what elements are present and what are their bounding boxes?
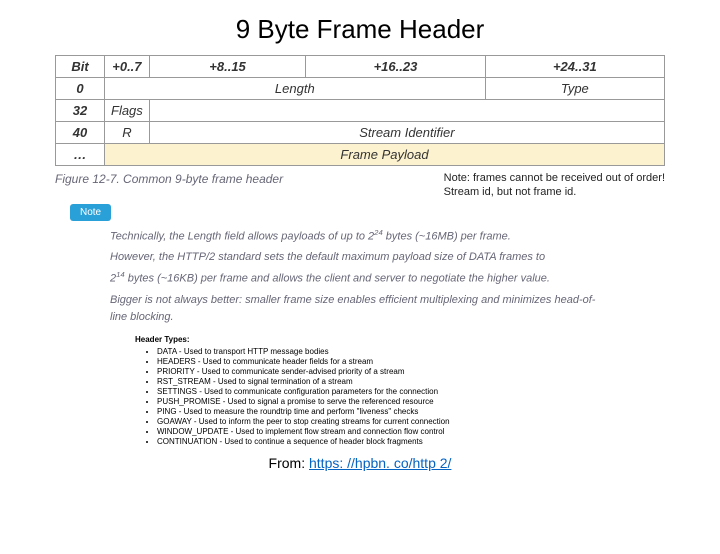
table-row: 0 Length Type: [56, 78, 665, 100]
field-flags: Flags: [105, 100, 150, 122]
field-stream-identifier: Stream Identifier: [149, 122, 664, 144]
list-item: RST_STREAM - Used to signal termination …: [157, 377, 585, 387]
list-item: HEADERS - Used to communicate header fie…: [157, 357, 585, 367]
header-types-block: Header Types: DATA - Used to transport H…: [135, 335, 585, 447]
row-offset-40: 40: [56, 122, 105, 144]
table-row: 40 R Stream Identifier: [56, 122, 665, 144]
field-empty: [149, 100, 664, 122]
field-type: Type: [485, 78, 664, 100]
technote-line4: Bigger is not always better: smaller fra…: [110, 292, 610, 327]
col-24-31: +24..31: [485, 56, 664, 78]
table-row: 32 Flags: [56, 100, 665, 122]
list-item: CONTINUATION - Used to continue a sequen…: [157, 437, 585, 447]
page-title: 9 Byte Frame Header: [0, 14, 720, 45]
col-bit: Bit: [56, 56, 105, 78]
header-types-list: DATA - Used to transport HTTP message bo…: [135, 347, 585, 447]
technical-note: Technically, the Length field allows pay…: [110, 227, 610, 327]
order-note-line1: Note: frames cannot be received out of o…: [444, 172, 665, 186]
list-item: SETTINGS - Used to communicate configura…: [157, 387, 585, 397]
field-frame-payload: Frame Payload: [105, 144, 665, 166]
list-item: GOAWAY - Used to inform the peer to stop…: [157, 417, 585, 427]
figure-caption: Figure 12-7. Common 9-byte frame header: [55, 172, 283, 186]
technote-line2: However, the HTTP/2 standard sets the de…: [110, 249, 610, 267]
source-line: From: https: //hpbn. co/http 2/: [0, 455, 720, 471]
row-offset-dots: …: [56, 144, 105, 166]
technote-line1: Technically, the Length field allows pay…: [110, 227, 610, 246]
table-row: … Frame Payload: [56, 144, 665, 166]
row-offset-32: 32: [56, 100, 105, 122]
list-item: PING - Used to measure the roundtrip tim…: [157, 407, 585, 417]
field-r: R: [105, 122, 150, 144]
col-0-7: +0..7: [105, 56, 150, 78]
header-types-title: Header Types:: [135, 335, 585, 345]
source-prefix: From:: [269, 455, 309, 471]
row-offset-0: 0: [56, 78, 105, 100]
note-badge: Note: [70, 204, 111, 221]
list-item: PRIORITY - Used to communicate sender-ad…: [157, 367, 585, 377]
order-note-line2: Stream id, but not frame id.: [444, 186, 665, 200]
table-header-row: Bit +0..7 +8..15 +16..23 +24..31: [56, 56, 665, 78]
field-length: Length: [105, 78, 486, 100]
source-link[interactable]: https: //hpbn. co/http 2/: [309, 455, 451, 471]
list-item: DATA - Used to transport HTTP message bo…: [157, 347, 585, 357]
technote-line3: 214 bytes (~16KB) per frame and allows t…: [110, 269, 610, 288]
frame-header-table: Bit +0..7 +8..15 +16..23 +24..31 0 Lengt…: [55, 55, 665, 166]
order-note: Note: frames cannot be received out of o…: [444, 172, 665, 200]
list-item: WINDOW_UPDATE - Used to implement flow s…: [157, 427, 585, 437]
col-16-23: +16..23: [306, 56, 485, 78]
col-8-15: +8..15: [149, 56, 305, 78]
list-item: PUSH_PROMISE - Used to signal a promise …: [157, 397, 585, 407]
